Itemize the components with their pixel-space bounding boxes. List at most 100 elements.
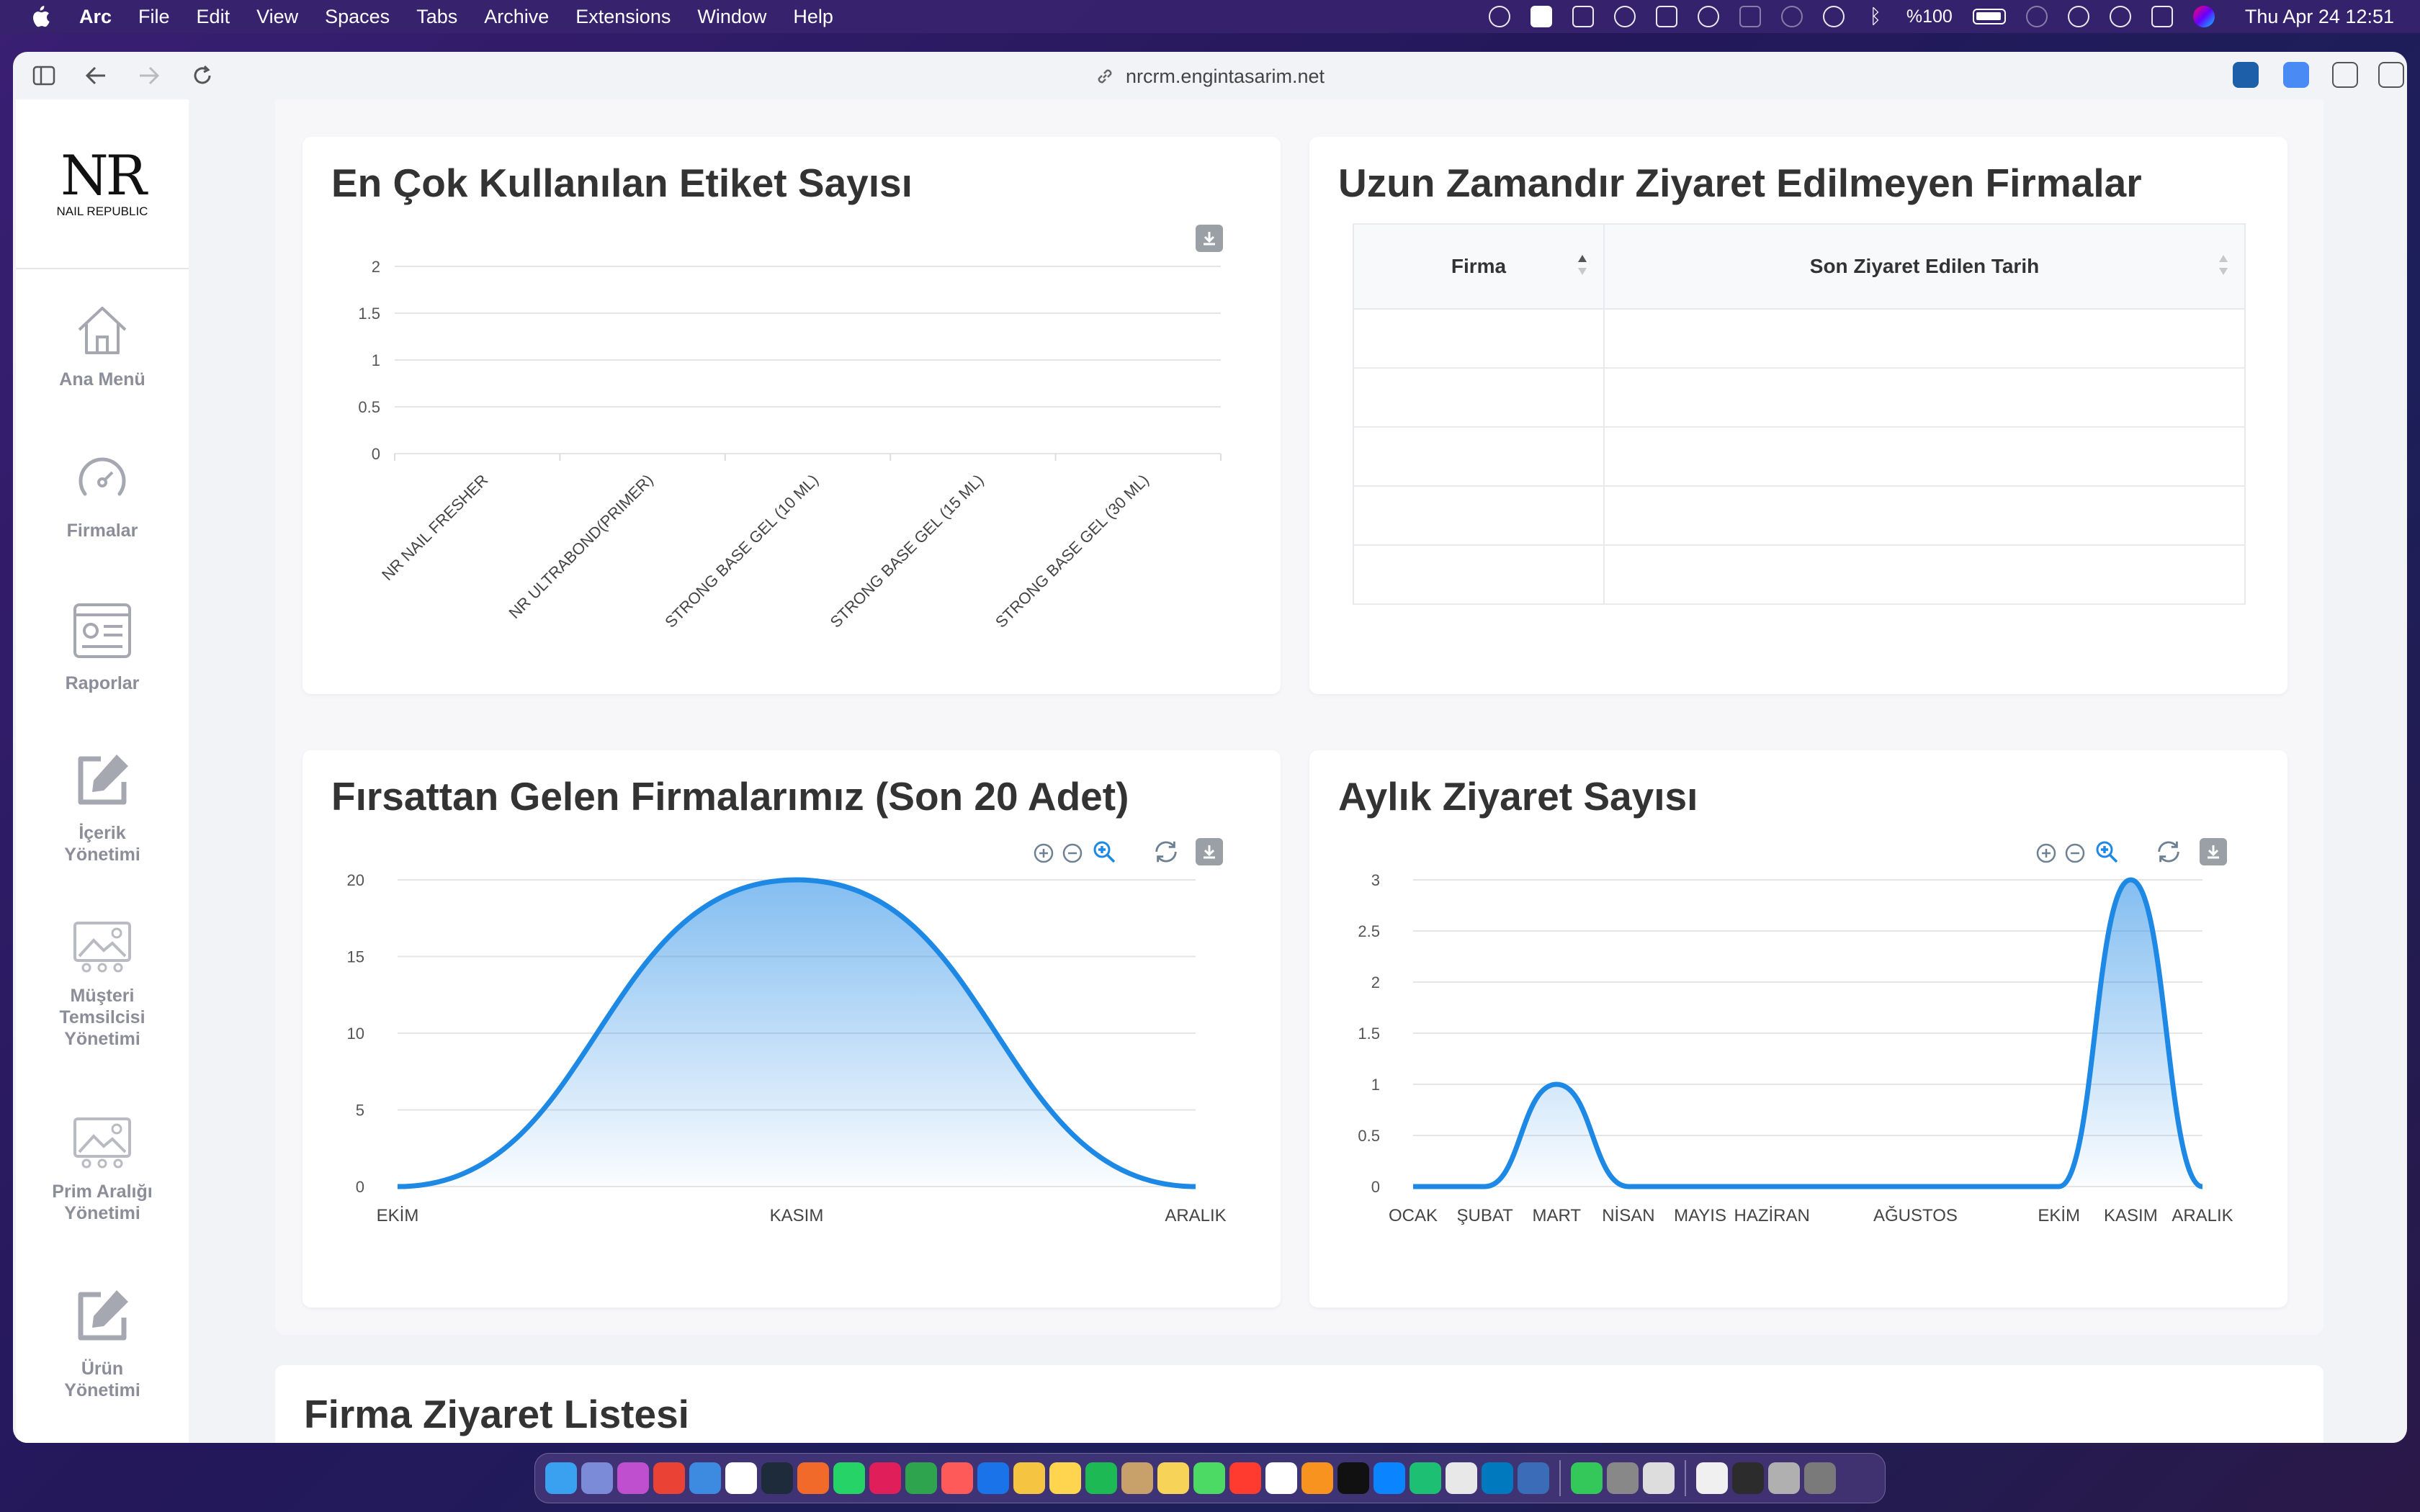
unvisited-firms-card: Uzun Zamandır Ziyaret Edilmeyen Firmalar… (1309, 137, 2287, 694)
column-header-firma[interactable]: Firma (1353, 223, 1605, 310)
screen-mirror-icon[interactable] (1739, 6, 1761, 27)
brand-logo[interactable]: NR NAIL REPUBLIC (16, 99, 189, 269)
menu-spaces[interactable]: Spaces (325, 6, 390, 28)
siri-icon[interactable] (2192, 6, 2215, 27)
sidebar-item-icerik-yonetimi[interactable]: İçerik Yönetimi (16, 750, 189, 865)
bluetooth-icon[interactable]: ᛒ (1865, 6, 1886, 27)
column-header-son-ziyaret[interactable]: Son Ziyaret Edilen Tarih (1603, 223, 2246, 310)
sidebar-item-firmalar[interactable]: Firmalar (16, 451, 189, 541)
x-tick-label: AĞUSTOS (1873, 1206, 1958, 1225)
menu-extensions[interactable]: Extensions (575, 6, 671, 28)
y-tick-label: 3 (1371, 871, 1380, 889)
x-tick-label: KASIM (2104, 1206, 2158, 1225)
menu-archive[interactable]: Archive (484, 6, 549, 28)
dock-app-icon[interactable] (1337, 1462, 1369, 1494)
dock-app-icon[interactable] (617, 1462, 649, 1494)
sort-icon[interactable] (2218, 253, 2228, 276)
spotlight-icon[interactable] (2109, 6, 2131, 27)
extension-icon[interactable] (2233, 62, 2259, 88)
table-cell (1353, 308, 1605, 369)
dock-app-icon[interactable] (1193, 1462, 1225, 1494)
menu-file[interactable]: File (138, 6, 170, 28)
dock-app-icon[interactable] (1482, 1462, 1513, 1494)
dock-app-icon[interactable] (1518, 1462, 1549, 1494)
dock-app-icon[interactable] (545, 1462, 577, 1494)
sidebar-item-urun-yonetimi[interactable]: Ürün Yönetimi (16, 1286, 189, 1401)
menu-tabs[interactable]: Tabs (416, 6, 457, 28)
layers-icon[interactable] (1655, 6, 1677, 27)
y-tick-label: 20 (347, 871, 364, 889)
dock-app-icon[interactable] (905, 1462, 937, 1494)
dock-app-icon[interactable] (1410, 1462, 1441, 1494)
dock-app-icon[interactable] (869, 1462, 901, 1494)
menu-app-name[interactable]: Arc (79, 6, 112, 28)
time-machine-icon[interactable] (1697, 6, 1719, 27)
menu-view[interactable]: View (256, 6, 298, 28)
x-tick-label: ARALIK (1165, 1206, 1226, 1225)
table-row (1353, 485, 2246, 546)
url-bar[interactable]: nrcrm.engintasarim.net (13, 62, 2407, 91)
dock-app-icon[interactable] (1732, 1462, 1764, 1494)
dock-app-icon[interactable] (1085, 1462, 1117, 1494)
dock-app-icon[interactable] (833, 1462, 865, 1494)
dock-app-icon[interactable] (689, 1462, 721, 1494)
opportunity-chart-card: Fırsattan Gelen Firmalarımız (Son 20 Ade… (302, 750, 1281, 1308)
dock-app-icon[interactable] (1301, 1462, 1333, 1494)
dock-app-icon[interactable] (1571, 1462, 1603, 1494)
dock-app-icon[interactable] (1229, 1462, 1261, 1494)
menu-edit[interactable]: Edit (197, 6, 230, 28)
menu-clock[interactable]: Thu Apr 24 12:51 (2245, 6, 2394, 28)
fingerprint-icon[interactable] (1780, 6, 1803, 27)
dock-app-icon[interactable] (797, 1462, 829, 1494)
sidebar-item-ana-menu[interactable]: Ana Menü (16, 302, 189, 390)
dock-app-icon[interactable] (941, 1462, 973, 1494)
dock-app-icon[interactable] (1373, 1462, 1405, 1494)
y-tick-label: 5 (356, 1102, 364, 1120)
sidebar-item-musteri-temsilcisi[interactable]: Müşteri Temsilcisi Yönetimi (16, 920, 189, 1050)
dock-app-icon[interactable] (1804, 1462, 1836, 1494)
sidebar-item-raporlar[interactable]: Raporlar (16, 600, 189, 694)
sidebar-item-prim-araligi[interactable]: Prim Aralığı Yönetimi (16, 1116, 189, 1224)
menu-help[interactable]: Help (793, 6, 833, 28)
dock-app-icon[interactable] (725, 1462, 757, 1494)
dock-app-icon[interactable] (977, 1462, 1009, 1494)
table-cell (1603, 308, 2246, 369)
table-cell (1353, 367, 1605, 428)
x-tick-label: ARALIK (2172, 1206, 2233, 1225)
dock-app-icon[interactable] (1643, 1462, 1675, 1494)
menu-window[interactable]: Window (697, 6, 766, 28)
x-tick-label: KASIM (770, 1206, 824, 1225)
dock-app-icon[interactable] (581, 1462, 613, 1494)
battery-icon[interactable] (1972, 9, 2006, 24)
dock-app-icon[interactable] (1607, 1462, 1639, 1494)
split-view-icon[interactable] (2378, 62, 2404, 88)
chatgpt-icon[interactable] (1488, 6, 1510, 27)
table-cell (1353, 485, 1605, 546)
translate-icon[interactable] (2283, 62, 2309, 88)
dock-separator (1559, 1460, 1561, 1496)
dock-app-icon[interactable] (653, 1462, 685, 1494)
apple-icon[interactable] (29, 5, 50, 28)
sort-icon[interactable] (1577, 253, 1587, 276)
display-icon[interactable] (1572, 6, 1594, 27)
dock-app-icon[interactable] (1696, 1462, 1728, 1494)
search-icon[interactable] (2067, 6, 2089, 27)
dock-app-icon[interactable] (1013, 1462, 1045, 1494)
play-icon[interactable] (1822, 6, 1845, 27)
dock-app-icon[interactable] (1157, 1462, 1189, 1494)
drive-icon[interactable] (1530, 6, 1552, 27)
control-center-icon[interactable] (2151, 6, 2173, 27)
settings-panel-icon[interactable] (2332, 62, 2358, 88)
dock-app-icon[interactable] (1265, 1462, 1297, 1494)
dock-app-icon[interactable] (1446, 1462, 1477, 1494)
wifi-icon[interactable] (2025, 6, 2048, 27)
y-tick-label: 1 (1371, 1076, 1380, 1094)
x-tick-label: STRONG BASE GEL (10 ML) (661, 471, 822, 631)
dock-app-icon[interactable] (1049, 1462, 1081, 1494)
dock-app-icon[interactable] (761, 1462, 793, 1494)
tool-icon[interactable] (1613, 6, 1636, 27)
dock-app-icon[interactable] (1768, 1462, 1800, 1494)
table-row (1353, 426, 2246, 487)
dock-app-icon[interactable] (1121, 1462, 1153, 1494)
card-title: Firma Ziyaret Listesi (304, 1392, 689, 1436)
